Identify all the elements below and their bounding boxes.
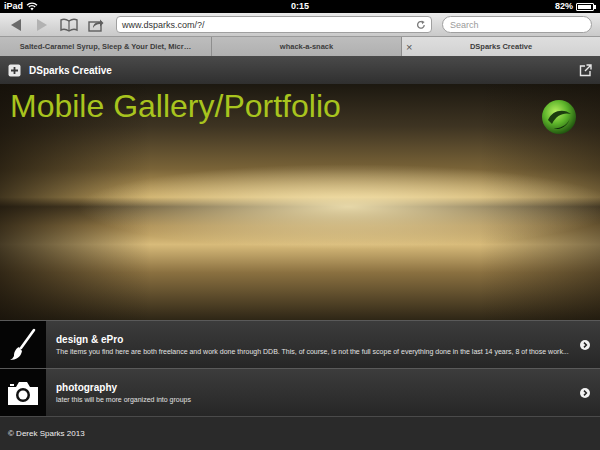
site-header: DSparks Creative <box>0 56 600 84</box>
row-text: design & ePro The items you find here are… <box>56 330 570 360</box>
row-title: design & ePro <box>56 334 570 345</box>
status-bar: iPad 0:15 82% <box>0 0 600 13</box>
device-name: iPad <box>4 1 23 12</box>
wifi-icon <box>26 2 38 11</box>
reload-icon[interactable] <box>416 20 426 30</box>
browser-tab[interactable]: whack-a-snack <box>212 37 402 56</box>
back-arrow-icon[interactable] <box>8 18 24 32</box>
row-subtitle: later this will be more organized into g… <box>56 395 570 404</box>
gallery-list: design & ePro The items you find here are… <box>0 320 600 416</box>
row-thumbnail <box>0 369 46 416</box>
share-icon[interactable] <box>88 18 104 32</box>
gallery-row[interactable]: design & ePro The items you find here are… <box>0 320 600 368</box>
site-title: DSparks Creative <box>29 65 112 76</box>
search-placeholder: Search <box>450 20 479 30</box>
hero-banner: Mobile Gallery/Portfolio <box>0 84 600 320</box>
browser-toolbar: www.dsparks.com/?/ Search <box>0 13 600 37</box>
browser-tab[interactable]: × DSparks Creative <box>402 37 600 56</box>
tab-close-button[interactable]: × <box>406 41 412 52</box>
search-field[interactable]: Search <box>442 16 592 33</box>
copyright: © Derek Sparks 2013 <box>8 429 85 438</box>
tab-bar: Salted-Caramel Syrup, Sleep & Your Diet,… <box>0 37 600 56</box>
tab-label: DSparks Creative <box>470 42 532 51</box>
battery-icon <box>576 3 594 11</box>
browser-tab[interactable]: Salted-Caramel Syrup, Sleep & Your Diet,… <box>0 37 212 56</box>
chevron-right-icon[interactable] <box>580 388 590 398</box>
bookmarks-book-icon[interactable] <box>60 18 78 32</box>
tab-label: whack-a-snack <box>280 42 333 51</box>
external-link-icon[interactable] <box>579 64 592 77</box>
hero-title: Mobile Gallery/Portfolio <box>10 88 341 125</box>
chevron-right-icon[interactable] <box>580 340 590 350</box>
row-thumbnail <box>0 321 46 368</box>
battery-level <box>578 5 591 9</box>
battery-percent: 82% <box>555 1 573 12</box>
gallery-row[interactable]: photography later this will be more organ… <box>0 368 600 416</box>
row-title: photography <box>56 382 570 393</box>
add-plus-icon[interactable] <box>8 64 21 77</box>
status-right: 82% <box>309 1 596 12</box>
address-text: www.dsparks.com/?/ <box>122 20 205 30</box>
row-text: photography later this will be more organ… <box>56 378 570 408</box>
battery-tip <box>594 5 596 9</box>
tab-label: Salted-Caramel Syrup, Sleep & Your Diet,… <box>20 42 191 51</box>
forward-arrow-icon[interactable] <box>34 18 50 32</box>
sphere-logo-icon <box>540 98 578 136</box>
row-subtitle: The items you find here are both freelan… <box>56 347 570 356</box>
footer: © Derek Sparks 2013 <box>0 416 600 450</box>
ipad-screen: iPad 0:15 82% www.dsparks.com/?/ Search Salte… <box>0 0 600 450</box>
camera-icon <box>6 379 40 407</box>
status-left: iPad <box>4 1 291 12</box>
clock: 0:15 <box>291 1 309 12</box>
address-field[interactable]: www.dsparks.com/?/ <box>116 16 432 33</box>
paintbrush-icon <box>8 328 38 362</box>
